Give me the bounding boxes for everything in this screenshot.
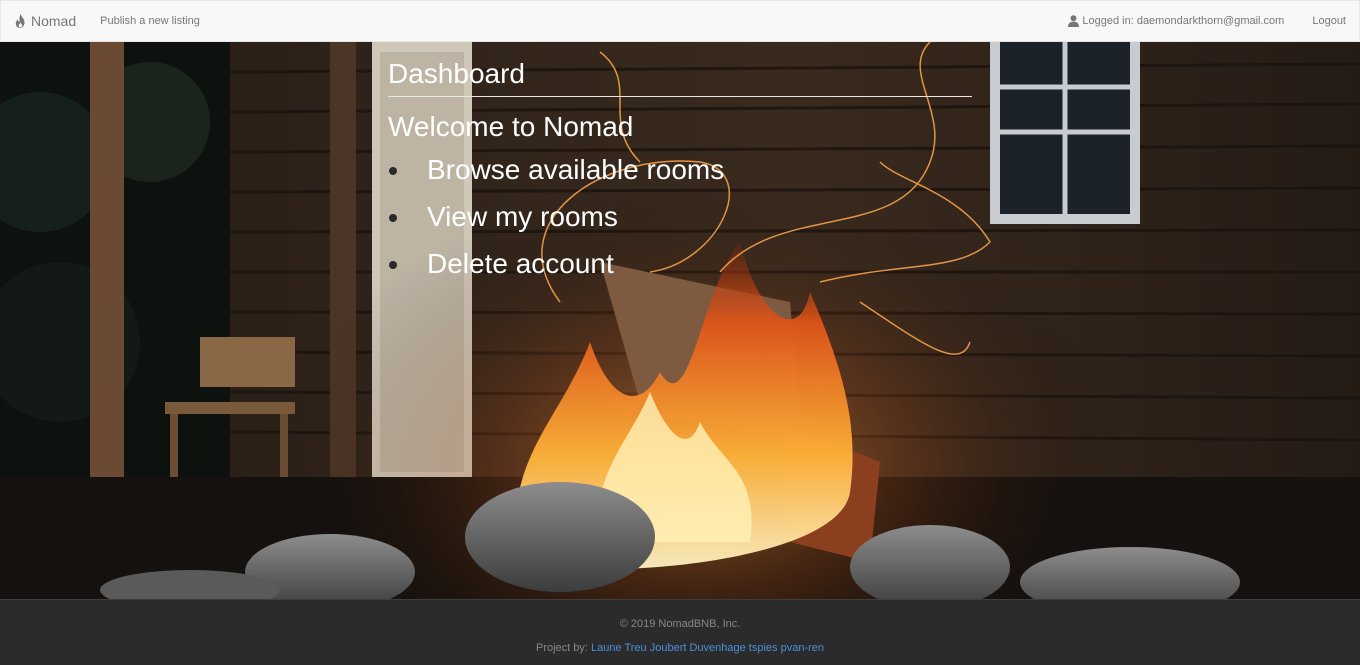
menu-item-delete-account: Delete account [388,243,972,290]
top-navbar: Nomad Publish a new listing Logged in: d… [0,0,1360,42]
user-icon [1068,15,1080,27]
menu-item-my-rooms: View my rooms [388,196,972,243]
publish-listing-link[interactable]: Publish a new listing [100,15,200,27]
page-footer: © 2019 NomadBNB, Inc. Project by: Laune … [0,599,1360,665]
credits-line: Project by: Laune Treu Joubert Duvenhage… [0,642,1360,654]
dashboard-menu: Browse available rooms View my rooms Del… [388,149,972,290]
welcome-heading: Welcome to Nomad [388,111,634,143]
logged-in-info: Logged in: daemondarkthorn@gmail.com [1068,15,1284,27]
logout-link[interactable]: Logout [1312,15,1346,27]
menu-item-browse-rooms: Browse available rooms [388,149,972,196]
brand-link[interactable]: Nomad [15,13,76,29]
fire-icon [15,14,25,28]
copyright-text: © 2019 NomadBNB, Inc. [619,618,741,630]
page-title: Dashboard [388,58,972,98]
delete-account-link[interactable]: Delete account [427,248,614,279]
browse-rooms-link[interactable]: Browse available rooms [427,154,724,185]
bullet-icon [389,261,397,270]
brand-name: Nomad [31,13,77,29]
logged-in-text: Logged in: daemondarkthorn@gmail.com [1082,15,1285,27]
credits-names-link[interactable]: Laune Treu Joubert Duvenhage tspies pvan… [591,642,824,654]
navbar-right: Logged in: daemondarkthorn@gmail.com Log… [1068,15,1359,27]
credits-prefix: Project by: [535,642,588,654]
bullet-icon [389,167,397,176]
bullet-icon [389,214,397,223]
dashboard-panel: Dashboard Welcome to Nomad Browse availa… [388,42,972,290]
view-my-rooms-link[interactable]: View my rooms [427,201,618,232]
